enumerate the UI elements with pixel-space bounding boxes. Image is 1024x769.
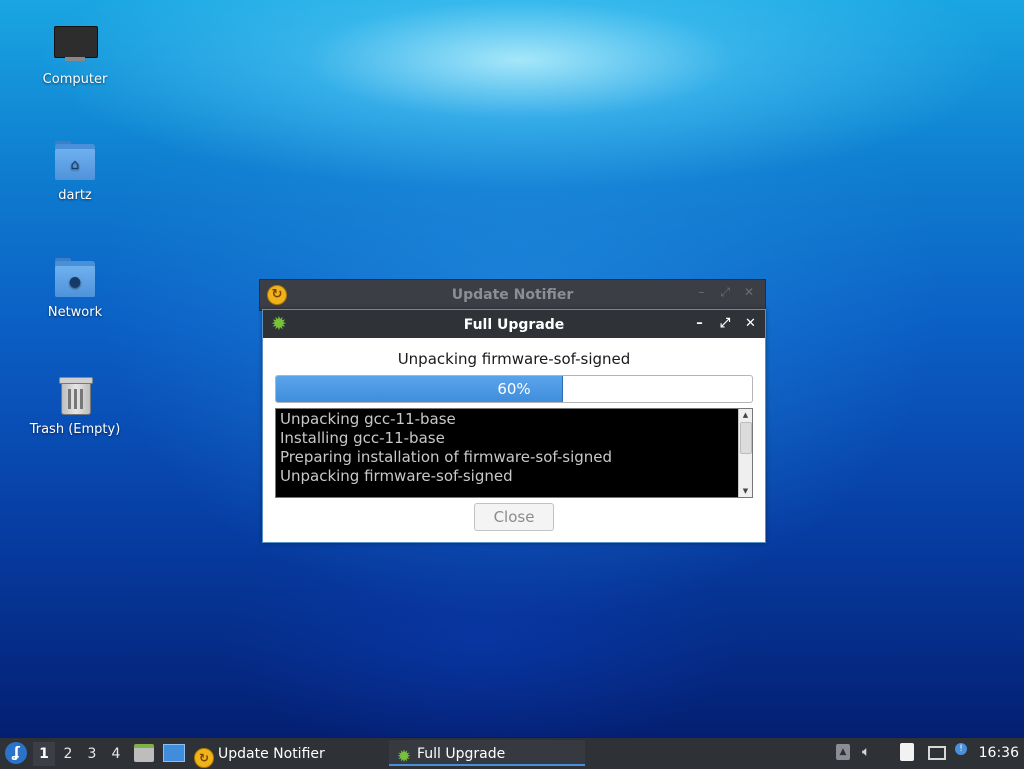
gear-icon: ✹ (396, 747, 412, 767)
lxqt-menu-icon[interactable]: ʆ (5, 742, 27, 764)
scroll-thumb[interactable] (740, 422, 752, 454)
maximize-button[interactable]: ⤢ (715, 285, 735, 300)
desktop-icon-label: Computer (42, 72, 108, 87)
workspace-4[interactable]: 4 (105, 742, 127, 766)
task-label: Update Notifier (218, 746, 325, 762)
desktop-icon-network[interactable]: ● Network (20, 255, 130, 320)
scroll-down-arrow-icon[interactable]: ▼ (739, 485, 752, 497)
clipboard-icon[interactable] (900, 743, 914, 761)
desktop-icon-label: dartz (58, 188, 92, 203)
desktop-icon-label: Network (47, 305, 103, 320)
full-upgrade-dialog: ✹ Full Upgrade – ⤢ ✕ Unpacking firmware-… (262, 309, 766, 543)
home-folder-icon: ⌂ (51, 138, 99, 186)
computer-icon (51, 22, 99, 70)
clock[interactable]: 16:36 (979, 745, 1019, 761)
progress-label: 60% (497, 380, 531, 398)
desktop-icon-label: Trash (Empty) (29, 422, 121, 437)
log-line: Unpacking gcc-11-base (280, 410, 456, 428)
taskbar: ʆ 1 2 3 4 ↻ Update Notifier ✹ Full Upgrade… (0, 737, 1024, 769)
workspace-2[interactable]: 2 (57, 742, 79, 766)
desktop: Computer ⌂ dartz ● Network Trash (Empty)… (0, 0, 1024, 737)
close-button[interactable]: ✕ (739, 285, 759, 299)
workspace-1[interactable]: 1 (33, 742, 55, 766)
file-manager-icon[interactable] (134, 744, 154, 762)
task-full-upgrade[interactable]: ✹ Full Upgrade (389, 740, 585, 766)
maximize-button[interactable]: ⤢ (714, 314, 735, 334)
desktop-icon-computer[interactable]: Computer (20, 22, 130, 87)
log-scrollbar[interactable]: ▲ ▼ (738, 409, 752, 497)
notification-icon[interactable]: ! (955, 743, 967, 755)
close-button[interactable]: ✕ (740, 314, 761, 334)
task-label: Full Upgrade (417, 746, 506, 762)
network-folder-icon: ● (51, 255, 99, 303)
eject-icon[interactable]: ▲ (836, 744, 850, 760)
log-lines: Unpacking gcc-11-base Installing gcc-11-b… (280, 410, 734, 486)
window-title: Update Notifier (451, 287, 574, 303)
minimize-button[interactable]: – (691, 285, 711, 299)
log-line: Preparing installation of firmware-sof-s… (280, 448, 613, 466)
scroll-up-arrow-icon[interactable]: ▲ (739, 409, 752, 421)
update-notifier-window[interactable]: ↻ Update Notifier – ⤢ ✕ (259, 279, 766, 311)
status-text: Unpacking firmware-sof-signed (397, 350, 631, 368)
workspace-3[interactable]: 3 (81, 742, 103, 766)
close-dialog-button[interactable]: Close (474, 503, 554, 531)
progress-bar: 60% (275, 375, 753, 403)
task-update-notifier[interactable]: ↻ Update Notifier (194, 740, 325, 768)
log-output[interactable]: Unpacking gcc-11-base Installing gcc-11-b… (275, 408, 753, 498)
network-icon[interactable] (928, 746, 946, 760)
dialog-titlebar[interactable]: ✹ Full Upgrade – ⤢ ✕ (263, 310, 765, 338)
show-desktop-icon[interactable] (163, 744, 185, 762)
trash-icon (51, 372, 99, 420)
volume-icon[interactable]: 🔈︎ (862, 744, 870, 760)
desktop-icon-home[interactable]: ⌂ dartz (20, 138, 130, 203)
log-line: Installing gcc-11-base (280, 429, 445, 447)
update-notifier-icon: ↻ (194, 748, 214, 768)
minimize-button[interactable]: – (689, 314, 710, 334)
desktop-icon-trash[interactable]: Trash (Empty) (20, 372, 130, 437)
log-line: Unpacking firmware-sof-signed (280, 467, 513, 485)
